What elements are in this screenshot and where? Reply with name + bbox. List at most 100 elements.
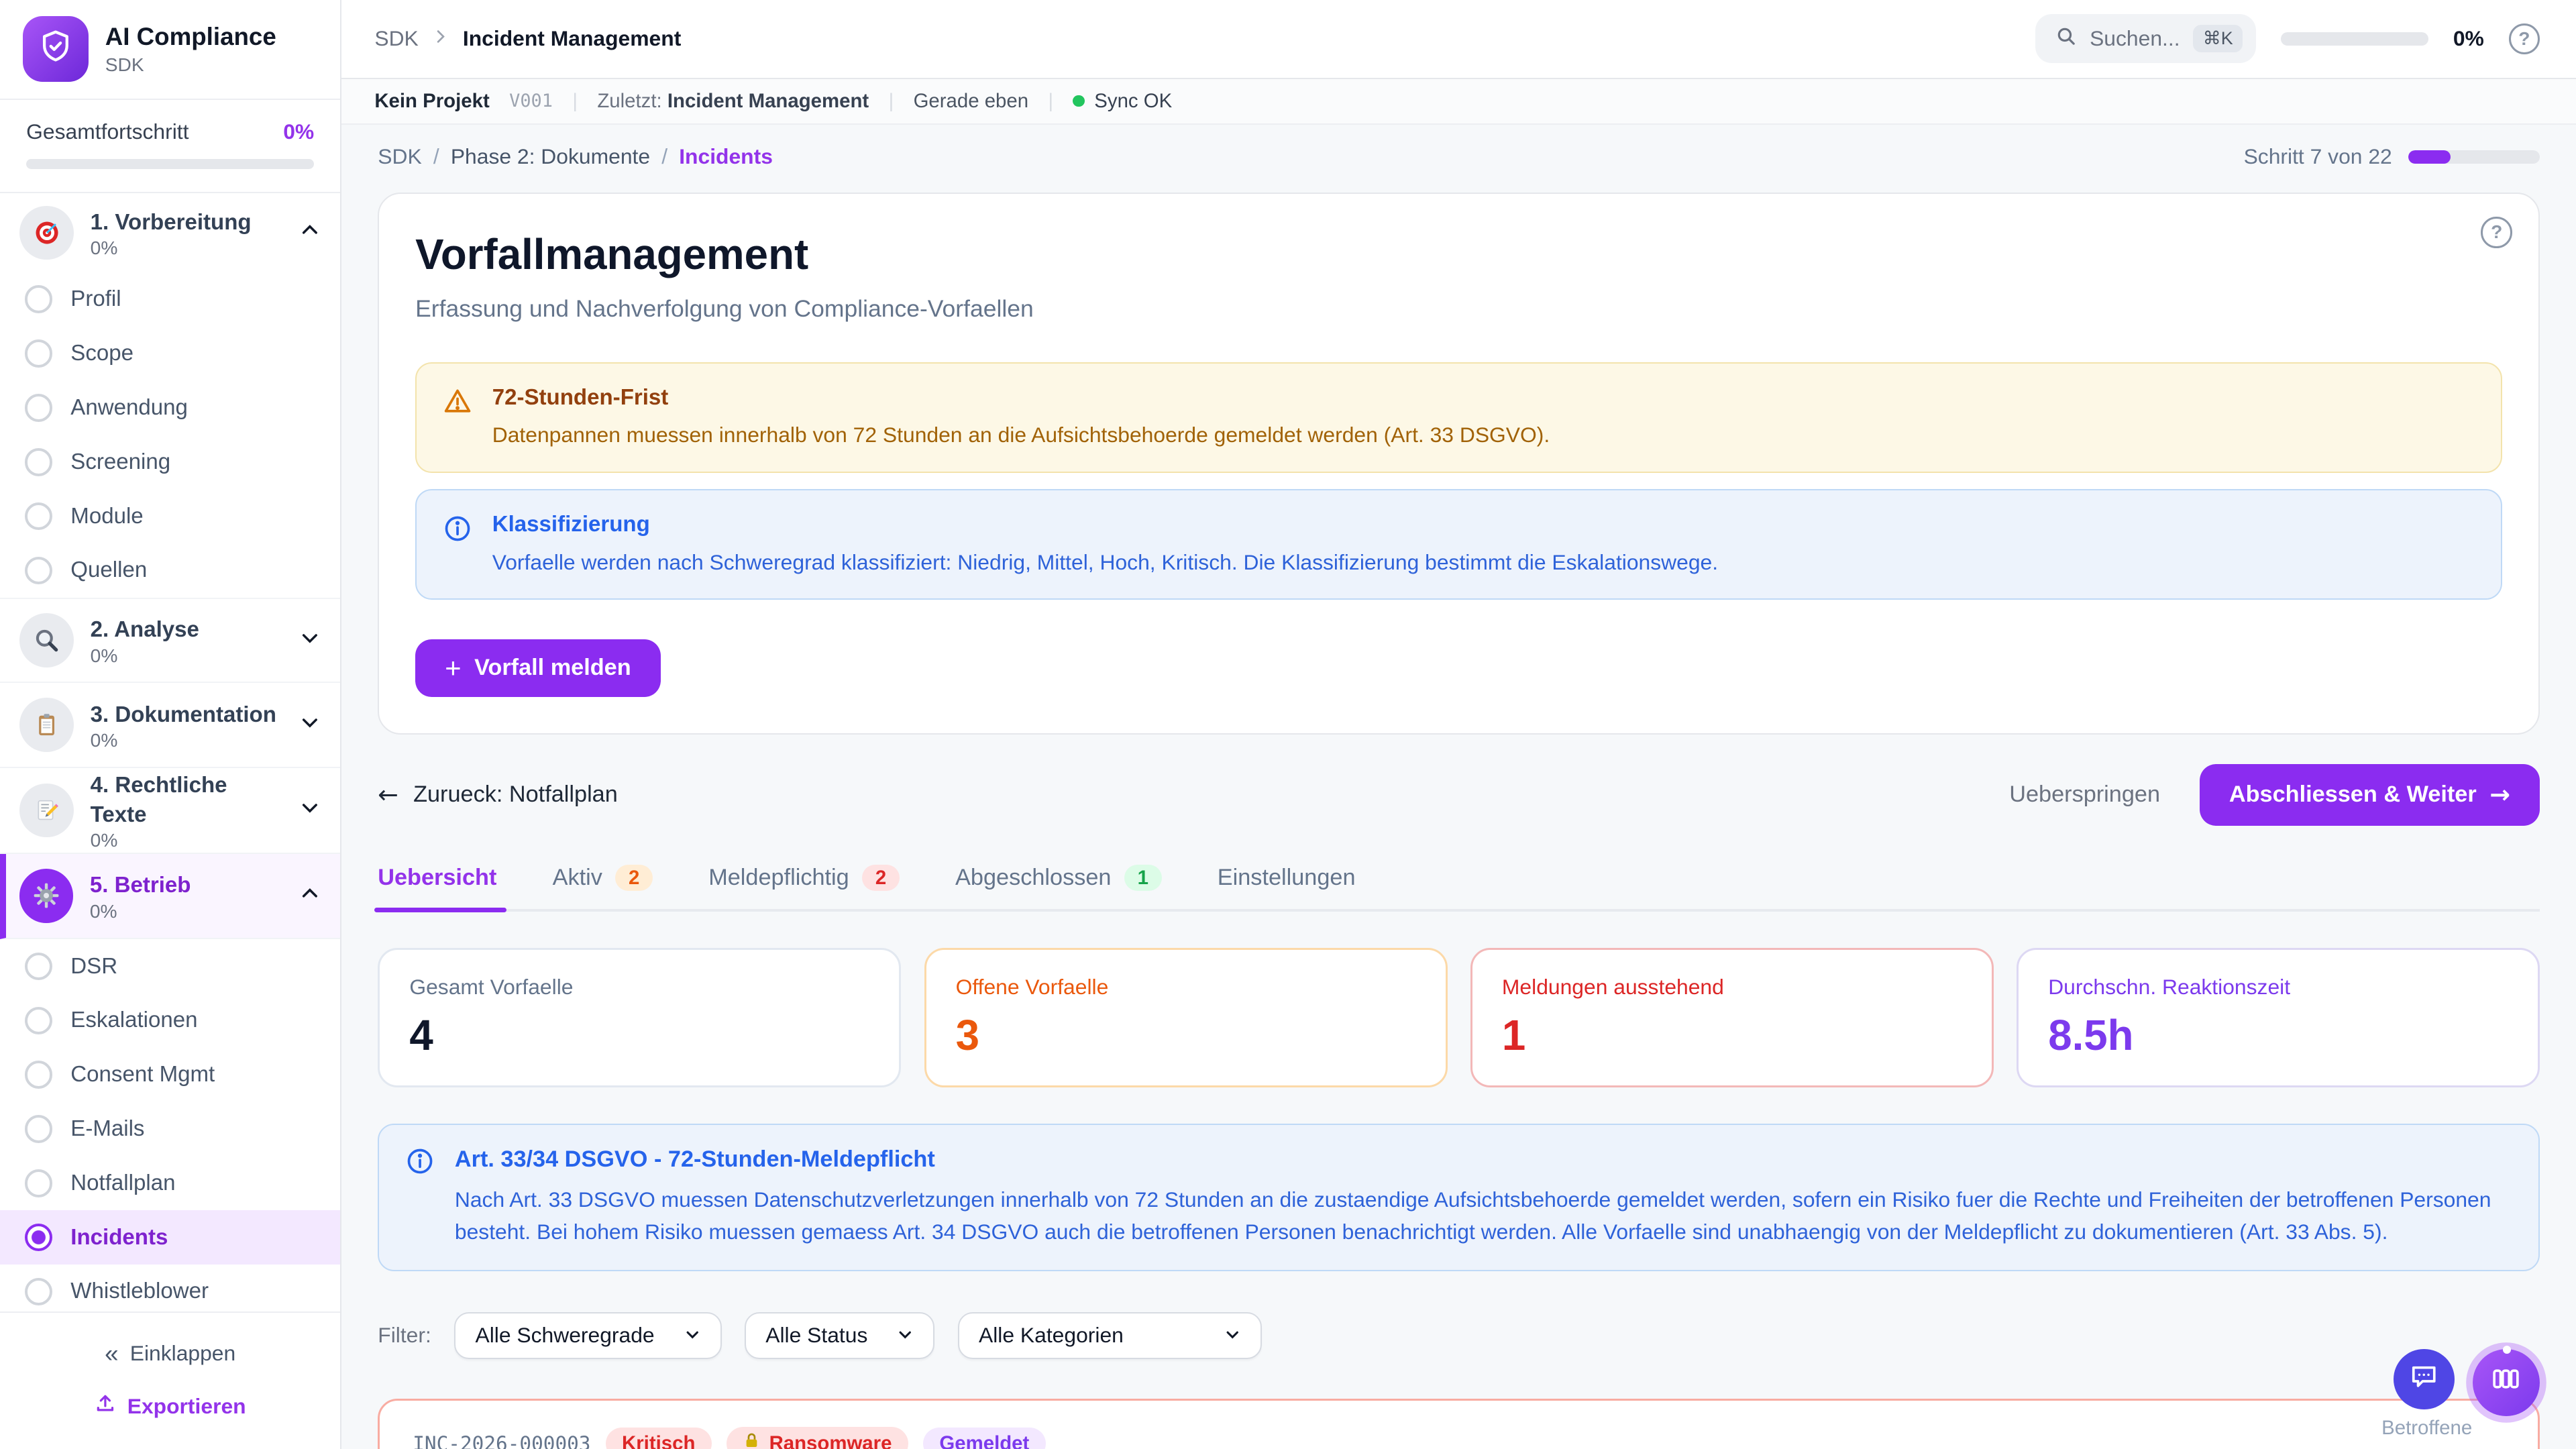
search-shortcut-kbd: ⌘K: [2193, 25, 2243, 52]
clipboard-icon: [19, 698, 74, 752]
tab-meldepflichtig[interactable]: Meldepflichtig2: [708, 865, 900, 909]
help-icon[interactable]: ?: [2509, 23, 2540, 55]
breadcrumb-incidents: Incidents: [679, 144, 773, 169]
skip-button[interactable]: Ueberspringen: [2009, 782, 2160, 808]
board-view-fab-button[interactable]: [2473, 1349, 2540, 1416]
back-link[interactable]: ← Zurueck: Notfallplan: [378, 780, 618, 809]
divider: |: [1048, 90, 1053, 113]
status-badge-label: Gemeldet: [939, 1432, 1029, 1449]
app-title: AI Compliance: [105, 23, 276, 51]
sidebar-item-anwendung[interactable]: Anwendung: [0, 380, 340, 435]
warning-text: 72-Stunden-Frist Datenpannen muessen inn…: [492, 385, 1550, 450]
tab-uebersicht[interactable]: Uebersicht: [378, 865, 496, 909]
incident-management-card: ? Vorfallmanagement Erfassung und Nachve…: [378, 193, 2540, 735]
overall-progress-value: 0%: [283, 119, 314, 144]
status-bar: Kein Projekt V001 | Zuletzt: Incident Ma…: [341, 79, 2576, 125]
status-filter-select[interactable]: Alle Status: [745, 1312, 934, 1359]
page-content: SDK / Phase 2: Dokumente / Incidents Sch…: [341, 125, 2576, 1449]
tab-aktiv[interactable]: Aktiv2: [553, 865, 653, 909]
breadcrumb: SDK / Phase 2: Dokumente / Incidents Sch…: [378, 144, 2540, 169]
sidebar-item-label: Notfallplan: [70, 1171, 175, 1196]
overall-progress-label: Gesamtfortschritt: [26, 119, 189, 144]
help-icon[interactable]: ?: [2481, 217, 2512, 248]
stat-value: 1: [1502, 1011, 1962, 1060]
section-text: 4. Rechtliche Texte 0%: [91, 769, 283, 851]
overall-progress: Gesamtfortschritt 0%: [0, 100, 340, 193]
sidebar-item-screening[interactable]: Screening: [0, 435, 340, 489]
divider: |: [572, 90, 578, 113]
status-badge: Gemeldet: [923, 1428, 1046, 1449]
search-input[interactable]: Suchen... ⌘K: [2035, 14, 2256, 63]
arrow-right-icon: →: [2489, 780, 2510, 809]
tab-count-badge: 1: [1124, 865, 1162, 891]
radio-icon: [25, 1007, 53, 1035]
sidebar-item-label: Scope: [70, 341, 133, 366]
category-filter-select[interactable]: Alle Kategorien: [958, 1312, 1262, 1359]
breadcrumb-sdk[interactable]: SDK: [378, 144, 421, 169]
info-title: Klassifizierung: [492, 512, 1718, 537]
sidebar-section-analyse[interactable]: 2. Analyse 0%: [0, 598, 340, 683]
stat-card-avg-reaction: Durchschn. Reaktionszeit 8.5h: [2017, 948, 2540, 1087]
sidebar-item-notfallplan[interactable]: Notfallplan: [0, 1156, 340, 1210]
tab-einstellungen[interactable]: Einstellungen: [1218, 865, 1356, 909]
sidebar-item-label: Profil: [70, 286, 121, 312]
category-filter-value: Alle Kategorien: [979, 1323, 1124, 1348]
search-icon: [2055, 24, 2077, 54]
gdpr-body: Nach Art. 33 DSGVO muessen Datenschutzve…: [455, 1184, 2512, 1248]
sidebar-nav: 1. Vorbereitung 0% Profil Scope Anwendun…: [0, 193, 340, 1311]
export-icon: [95, 1393, 116, 1419]
section-text: 3. Dokumentation 0%: [91, 699, 276, 751]
export-button[interactable]: Exportieren: [0, 1380, 340, 1432]
stat-label: Meldungen ausstehend: [1502, 975, 1962, 1000]
radio-icon: [25, 1061, 53, 1089]
sidebar-item-whistleblower[interactable]: Whistleblower: [0, 1265, 340, 1311]
chevron-down-icon: [684, 1323, 700, 1348]
app-org: SDK: [105, 54, 276, 76]
sidebar-section-vorbereitung[interactable]: 1. Vorbereitung 0%: [0, 193, 340, 272]
report-incident-button[interactable]: + Vorfall melden: [415, 639, 661, 697]
sidebar-item-label: Incidents: [70, 1225, 168, 1250]
collapse-label: Einklappen: [130, 1341, 236, 1366]
sidebar-section-rechtliche-texte[interactable]: 4. Rechtliche Texte 0%: [0, 768, 340, 853]
sidebar-item-scope[interactable]: Scope: [0, 327, 340, 381]
chat-fab-button[interactable]: [2394, 1349, 2455, 1410]
sidebar-item-profil[interactable]: Profil: [0, 272, 340, 327]
sidebar-item-dsr[interactable]: DSR: [0, 939, 340, 994]
incident-card[interactable]: INC-2026-000003 Kritisch Ransomware Geme…: [378, 1399, 2540, 1449]
info-text: Klassifizierung Vorfaelle werden nach Sc…: [492, 512, 1718, 577]
sidebar-item-module[interactable]: Module: [0, 489, 340, 543]
severity-filter-select[interactable]: Alle Schweregrade: [454, 1312, 721, 1359]
breadcrumb-phase[interactable]: Phase 2: Dokumente: [451, 144, 650, 169]
chevron-down-icon: [299, 796, 321, 825]
sidebar-item-eskalationen[interactable]: Eskalationen: [0, 994, 340, 1048]
app-root: AI Compliance SDK Gesamtfortschritt 0% 1…: [0, 0, 2576, 1449]
sidebar-section-dokumentation[interactable]: 3. Dokumentation 0%: [0, 683, 340, 768]
severity-filter-value: Alle Schweregrade: [475, 1323, 654, 1348]
complete-next-button[interactable]: Abschliessen & Weiter →: [2200, 764, 2540, 826]
filter-label: Filter:: [378, 1323, 431, 1348]
stat-value: 8.5h: [2048, 1011, 2508, 1060]
stat-value: 4: [409, 1011, 869, 1060]
sidebar-item-incidents[interactable]: Incidents: [0, 1210, 340, 1265]
topbar-breadcrumb-root[interactable]: SDK: [374, 26, 418, 51]
tab-abgeschlossen[interactable]: Abgeschlossen1: [955, 865, 1161, 909]
chevron-down-icon: [299, 710, 321, 740]
tab-label: Meldepflichtig: [708, 865, 849, 891]
topbar-breadcrumb-current: Incident Management: [463, 26, 681, 51]
chevron-down-icon: [897, 1323, 913, 1348]
category-badge-label: Ransomware: [769, 1432, 892, 1449]
collapse-sidebar-button[interactable]: « Einklappen: [0, 1328, 340, 1380]
stat-label: Gesamt Vorfaelle: [409, 975, 869, 1000]
stat-label: Durchschn. Reaktionszeit: [2048, 975, 2508, 1000]
collapse-icon: «: [105, 1340, 118, 1368]
topbar-progress-value: 0%: [2453, 26, 2484, 51]
sidebar-section-betrieb[interactable]: 5. Betrieb 0%: [0, 854, 340, 939]
chevron-right-icon: [431, 26, 449, 51]
gdpr-title: Art. 33/34 DSGVO - 72-Stunden-Meldepflic…: [455, 1146, 2512, 1173]
sidebar-item-consent-mgmt[interactable]: Consent Mgmt: [0, 1048, 340, 1102]
stat-value: 3: [956, 1011, 1416, 1060]
sidebar-item-emails[interactable]: E-Mails: [0, 1102, 340, 1157]
sidebar-item-quellen[interactable]: Quellen: [0, 543, 340, 598]
sidebar-item-label: DSR: [70, 954, 117, 979]
last-visited-label: Zuletzt:: [597, 90, 661, 112]
